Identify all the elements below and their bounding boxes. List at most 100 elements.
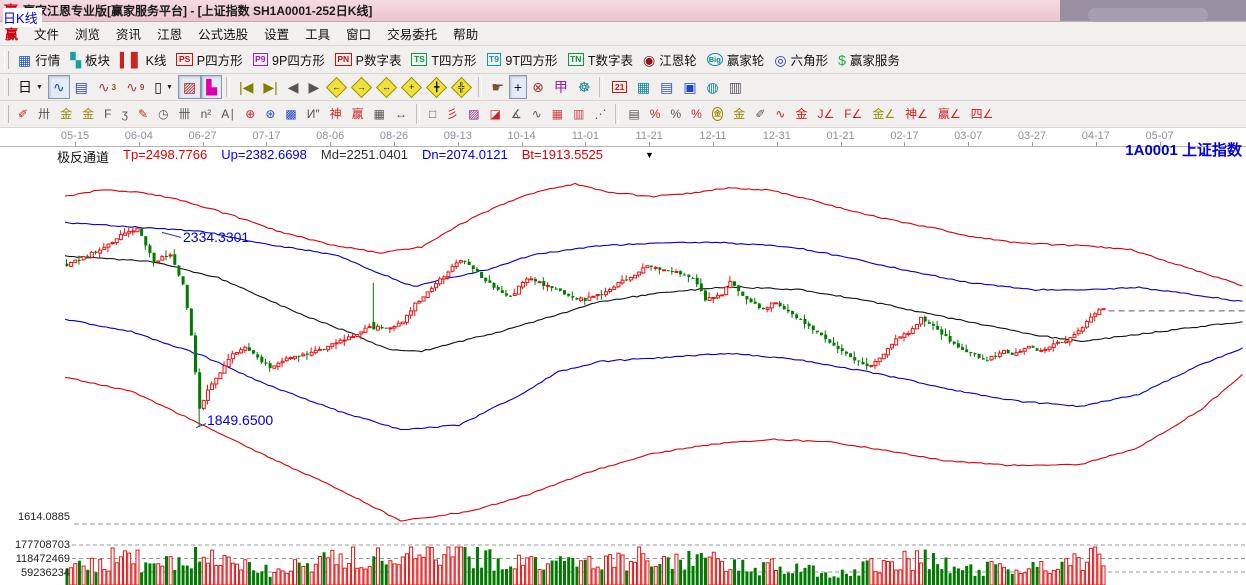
menu-window[interactable]: 窗口 [338,22,379,45]
f-comb-button[interactable]: F [99,102,116,126]
quotes-button[interactable]: ▦行情 [13,48,65,72]
rays-box-button[interactable]: ▨ [463,102,484,126]
ninep-square-button[interactable]: P99P四方形 [248,48,330,72]
diag-lines-button[interactable]: ⋰ [589,102,611,126]
wave9-button[interactable]: ∿9 [121,75,149,99]
pan-left-button[interactable]: ← [324,75,349,99]
map-button[interactable]: ▨ [178,75,201,99]
four-angle-button[interactable]: 四∠ [966,102,999,126]
calculator-button[interactable]: ▦ [632,75,655,99]
gann-comb-button[interactable]: 卅 [33,102,55,126]
hexagon-button[interactable]: ◎六角形 [769,48,833,72]
time-cycle-button[interactable]: ◷ [153,102,173,126]
god-comb-button[interactable]: 神 [325,102,347,126]
f10-info-button[interactable]: ▤ [70,75,93,99]
pattern-tool-button[interactable]: ☸ [573,75,596,99]
calendar-button[interactable]: 21 [607,75,631,99]
spiral-button[interactable]: ʒ [116,102,133,126]
zoom-out-button[interactable]: ╬ [449,75,474,99]
j-angle-button[interactable]: J∠ [812,102,839,126]
volume-histogram-button[interactable]: ▙ [201,75,222,99]
rays-button[interactable]: 彡 [441,102,463,126]
gold-under-button[interactable]: 金 [790,102,812,126]
width-measure-button[interactable]: ↔ [390,102,412,126]
zoom-all-button[interactable]: + [399,75,424,99]
brush-tool-button[interactable]: ✐ [13,102,33,126]
gold-gate2-button[interactable]: 金 [77,102,99,126]
refresh-data-button[interactable]: ◍ [702,75,724,99]
ninet-square-button[interactable]: T99T四方形 [482,48,563,72]
n-square-button[interactable]: n² [196,102,217,126]
crosshair-tool-button[interactable]: + [509,75,527,99]
kline-chart-canvas[interactable] [0,146,1246,585]
menu-news[interactable]: 资讯 [108,22,149,45]
stats-list-button[interactable]: ▤ [623,102,644,126]
t-square-button[interactable]: TST四方形 [406,48,481,72]
first-page-button[interactable]: |◀ [234,75,258,99]
period-day-button[interactable]: 日▼ [13,75,48,99]
gold-angle-button[interactable]: 金∠ [867,102,900,126]
percent-line-button[interactable]: % [645,102,666,126]
gold-circle-button[interactable]: 金 [707,102,729,126]
delete-line-button[interactable]: ⊗ [527,75,549,99]
notes-button[interactable]: ▤ [655,75,678,99]
star-web-button[interactable]: ⊛ [260,102,280,126]
menu-browse[interactable]: 浏览 [67,22,108,45]
zigzag-button[interactable]: ∿ [527,102,547,126]
target-circle-button[interactable]: ⊕ [240,102,260,126]
wave3-button[interactable]: ∿3 [93,75,121,99]
menu-trade[interactable]: 交易委托 [379,22,445,45]
zoom-in-button[interactable]: ╋ [424,75,449,99]
pan-right-button[interactable]: → [349,75,374,99]
last-page-button[interactable]: ▶| [258,75,282,99]
menu-settings[interactable]: 设置 [256,22,297,45]
winner-wheel-button[interactable]: Big赢家轮 [702,48,770,72]
gold-lines-button[interactable]: 金 [728,102,750,126]
p-square-button[interactable]: PSP四方形 [171,48,247,72]
kline-button[interactable]: ▍▋K线 [115,48,171,72]
sectors-button[interactable]: ▚板块 [65,48,115,72]
menu-bar: 赢 文件浏览资讯江恩公式选股设置工具窗口交易委托帮助 [0,22,1246,46]
toolbar-grip[interactable] [4,51,9,69]
win-box-button[interactable]: 赢 [347,102,369,126]
next-bar-button[interactable]: ▶ [304,75,325,99]
menu-tools[interactable]: 工具 [297,22,338,45]
menu-formula-stockpick[interactable]: 公式选股 [190,22,256,45]
box-measure-button[interactable]: □ [424,102,441,126]
zoom-h-button[interactable]: ↔ [374,75,399,99]
percent-under-button[interactable]: % [686,102,707,126]
red-grid2-button[interactable]: ▥ [568,102,589,126]
web-box-button[interactable]: ▩ [280,102,301,126]
red-grid-button[interactable]: ▦ [547,102,568,126]
prev-bar-button[interactable]: ◀ [283,75,304,99]
grid123-button[interactable]: ▦ [369,102,390,126]
angle-fan-button[interactable]: ∡ [506,102,527,126]
toolbar-grip[interactable] [4,78,9,96]
menu-gann[interactable]: 江恩 [149,22,190,45]
red-brush2-button[interactable]: ✎ [133,102,153,126]
p-number-table-button[interactable]: PNP数字表 [330,48,407,72]
gann-tool-button[interactable]: 甲 [549,75,573,99]
hand-tool-button[interactable]: ☛ [486,75,509,99]
angle-a-button[interactable]: A∣ [216,102,240,126]
ruler-pen-button[interactable]: ✐ [750,102,770,126]
comb2-button[interactable]: 卌 [174,102,196,126]
wave-band-button[interactable]: ∿ [770,102,790,126]
f-angle-button[interactable]: F∠ [839,102,867,126]
win-angle-button[interactable]: 赢∠ [933,102,966,126]
toolbar-grip[interactable] [4,105,9,123]
god-angle-button[interactable]: 神∠ [900,102,933,126]
trend-wave-button[interactable]: ∿ [48,75,70,99]
quote-mark-button[interactable]: И″ [302,102,325,126]
remote-service-button[interactable]: ▥ [724,75,747,99]
percent-button[interactable]: % [665,102,686,126]
rays-box2-button[interactable]: ◪ [485,102,506,126]
save-button[interactable]: ▣ [678,75,701,99]
gann-wheel-button[interactable]: ◉江恩轮 [638,48,702,72]
winner-service-button[interactable]: $赢家服务 [833,48,905,72]
gold-gate1-button[interactable]: 金 [55,102,77,126]
indicator-name[interactable]: 极反通道 [57,147,109,166]
candle-style-button[interactable]: ▯▼ [149,75,178,99]
t-number-table-button[interactable]: TNT数字表 [563,48,638,72]
menu-help[interactable]: 帮助 [445,22,486,45]
